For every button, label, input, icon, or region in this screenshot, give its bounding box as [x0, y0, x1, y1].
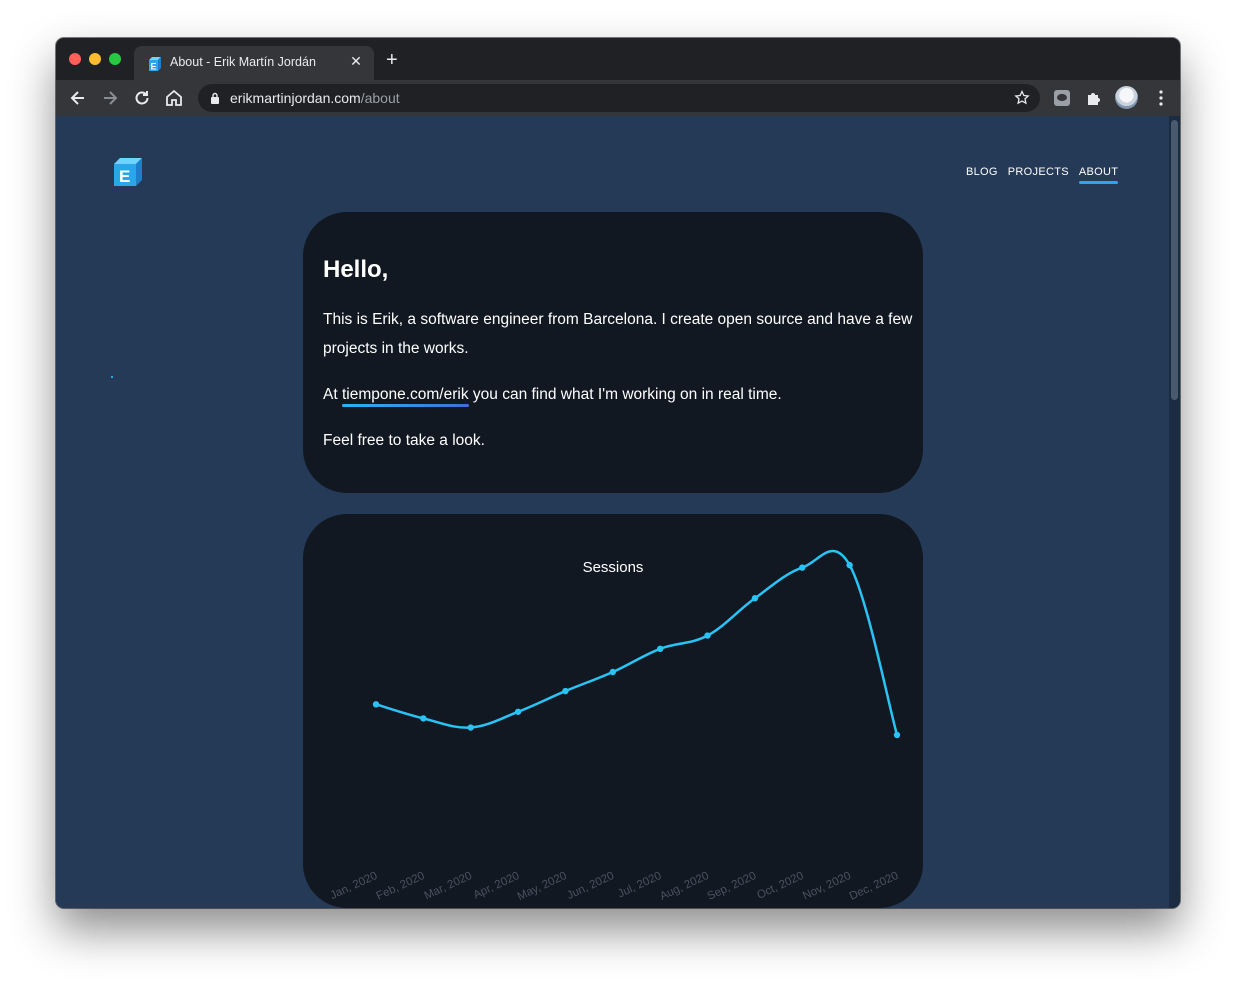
site-favicon-icon: E — [149, 57, 161, 72]
about-intro: This is Erik, a software engineer from B… — [323, 311, 913, 357]
zoom-window-button[interactable] — [109, 53, 121, 65]
x-tick-label: May, 2020 — [516, 870, 569, 903]
lock-icon — [211, 92, 219, 104]
forward-arrow-icon[interactable] — [100, 88, 120, 108]
url-domain: erikmartinjordan.com — [230, 90, 361, 106]
data-point[interactable] — [704, 632, 711, 639]
realtime-suffix: you can find what I'm working on in real… — [468, 386, 782, 403]
url-text: erikmartinjordan.com/about — [230, 90, 400, 106]
nav-blog-link[interactable]: BLOG — [966, 166, 998, 178]
extension-chat-icon[interactable] — [1052, 88, 1072, 108]
browser-menu-icon[interactable] — [1151, 88, 1171, 108]
realtime-prefix: At — [323, 386, 342, 403]
x-tick-label: Jun, 2020 — [565, 870, 616, 902]
svg-text:E: E — [151, 62, 157, 72]
data-point[interactable] — [420, 715, 427, 722]
logo-letter: E — [119, 167, 130, 186]
site-nav: BLOG PROJECTS ABOUT — [966, 166, 1119, 184]
sessions-chart: Sessions Jan, 2020Feb, 2020Mar, 2020Apr, … — [328, 549, 901, 903]
tab-title: About - Erik Martín Jordán — [170, 55, 316, 69]
about-title: Hello, — [323, 256, 389, 283]
url-path: /about — [360, 90, 400, 106]
profile-avatar[interactable] — [1115, 86, 1138, 109]
close-tab-icon[interactable]: ✕ — [348, 53, 364, 70]
tiempone-link[interactable]: tiempone.com/erik — [342, 386, 469, 403]
close-window-button[interactable] — [69, 53, 81, 65]
data-point[interactable] — [562, 687, 569, 695]
decorative-dot — [111, 376, 113, 378]
browser-tab[interactable]: E About - Erik Martín Jordán ✕ — [134, 46, 374, 80]
reload-icon[interactable] — [132, 88, 152, 108]
data-point[interactable] — [609, 668, 617, 676]
data-point[interactable] — [372, 701, 380, 708]
nav-about-link[interactable]: ABOUT — [1078, 166, 1119, 184]
about-card: Hello, This is Erik, a software engineer… — [303, 212, 923, 493]
x-tick-label: Apr, 2020 — [472, 870, 522, 902]
data-point[interactable] — [751, 595, 759, 602]
x-tick-label: Feb, 2020 — [375, 870, 427, 903]
x-tick-label: Oct, 2020 — [755, 870, 805, 902]
tab-strip: E About - Erik Martín Jordán ✕ + — [56, 38, 1180, 80]
bookmark-star-icon[interactable] — [1014, 90, 1030, 106]
x-tick-label: Jul, 2020 — [616, 870, 663, 901]
scrollbar-thumb[interactable] — [1171, 120, 1178, 400]
web-page: E BLOG PROJECTS ABOUT Hello, This is Eri… — [56, 116, 1180, 908]
extensions-puzzle-icon[interactable] — [1084, 88, 1104, 108]
browser-window: E About - Erik Martín Jordán ✕ + erikmar… — [56, 38, 1180, 908]
sessions-chart-card: Sessions Jan, 2020 Feb, 2020 Mar, 2020 Apr, … — [303, 514, 923, 908]
x-tick-label: Jan, 2020 — [328, 870, 379, 902]
x-tick-label: Nov, 2020 — [801, 870, 853, 903]
page-scrollbar[interactable] — [1169, 116, 1180, 908]
data-point[interactable] — [656, 645, 664, 652]
data-point[interactable] — [846, 561, 853, 569]
data-point[interactable] — [893, 731, 901, 739]
minimize-window-button[interactable] — [89, 53, 101, 65]
x-tick-label: Mar, 2020 — [423, 870, 474, 902]
sessions-series-line — [375, 549, 899, 736]
x-tick-label: Sep, 2020 — [706, 870, 759, 903]
x-tick-label: Dec, 2020 — [848, 870, 901, 903]
address-bar[interactable]: erikmartinjordan.com/about — [198, 84, 1040, 112]
site-logo-icon[interactable]: E — [112, 156, 144, 188]
data-point[interactable] — [467, 724, 474, 731]
browser-toolbar: erikmartinjordan.com/about — [56, 80, 1180, 116]
about-closing-line: Feel free to take a look. — [323, 432, 485, 449]
about-realtime-line: At tiempone.com/erik you can find what I… — [323, 380, 913, 409]
back-arrow-icon[interactable] — [68, 88, 88, 108]
nav-projects-link[interactable]: PROJECTS — [1008, 166, 1069, 178]
chart-title: Sessions — [583, 559, 644, 576]
data-point[interactable] — [799, 564, 806, 571]
x-tick-label: Aug, 2020 — [658, 870, 711, 903]
new-tab-button[interactable]: + — [386, 50, 398, 70]
data-point[interactable] — [514, 708, 522, 715]
home-icon[interactable] — [164, 88, 184, 108]
